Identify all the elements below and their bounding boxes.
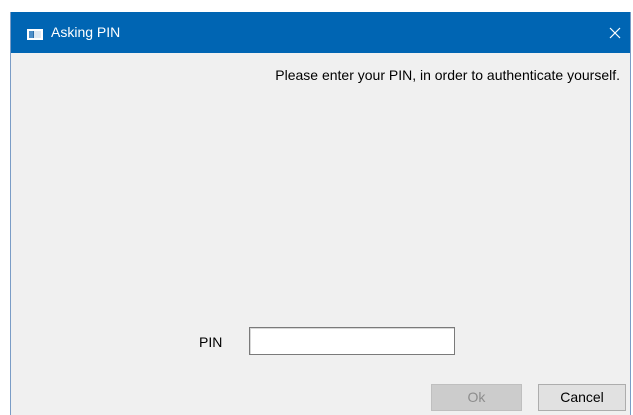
close-icon xyxy=(609,27,621,38)
window-title: Asking PIN xyxy=(51,24,121,40)
dialog-content: Please enter your PIN, in order to authe… xyxy=(11,53,630,415)
title-bar[interactable]: Asking PIN xyxy=(11,12,630,53)
ok-button[interactable]: Ok xyxy=(431,384,522,411)
asking-pin-dialog: Asking PIN Please enter your PIN, in ord… xyxy=(10,12,631,415)
close-button[interactable] xyxy=(600,12,630,53)
instruction-text: Please enter your PIN, in order to authe… xyxy=(275,67,620,83)
pin-label: PIN xyxy=(199,334,223,350)
dialog-app-icon xyxy=(27,27,43,40)
pin-input[interactable] xyxy=(249,327,455,355)
cancel-button[interactable]: Cancel xyxy=(538,384,626,411)
